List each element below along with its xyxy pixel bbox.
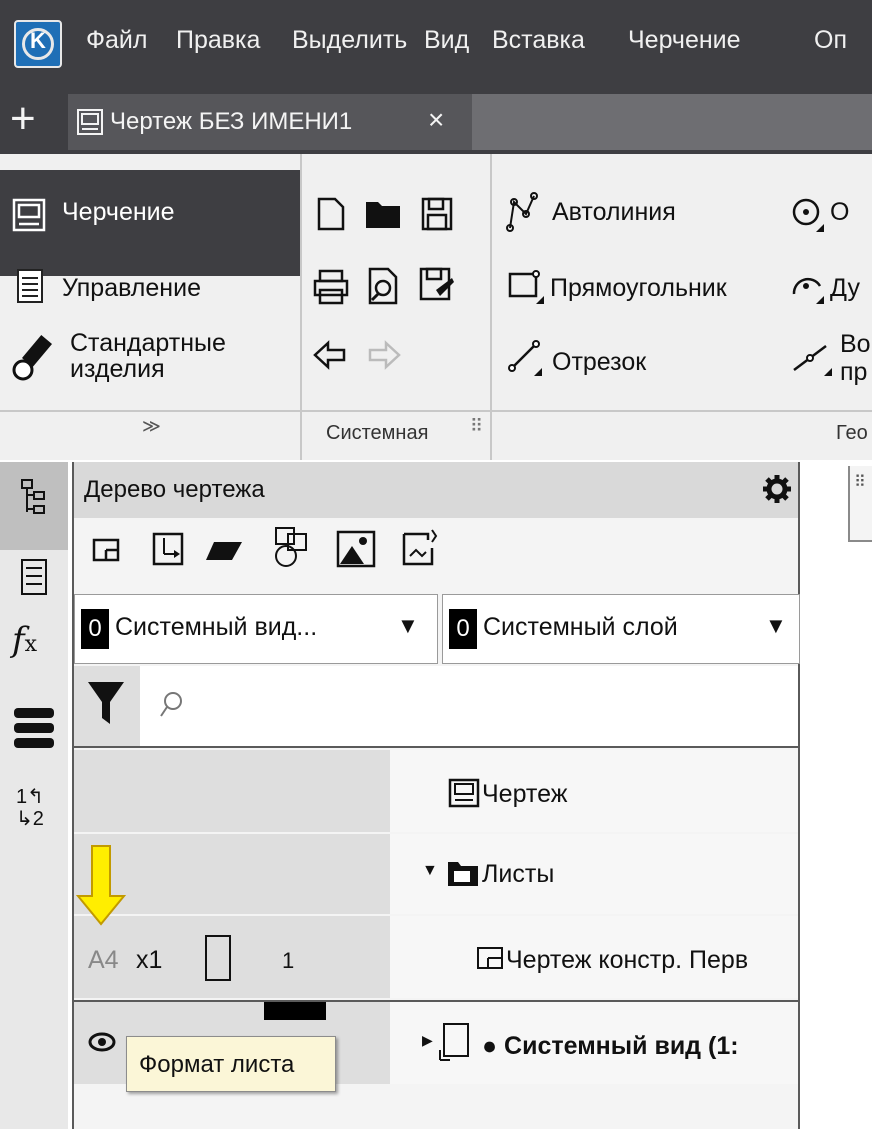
layer-number: 0	[449, 609, 477, 649]
menu-options[interactable]: Оп	[814, 26, 847, 55]
management-icon	[17, 269, 43, 303]
view-color-swatch[interactable]	[264, 1002, 326, 1020]
group-grip-icon[interactable]: ⠿	[470, 416, 483, 437]
document-tab[interactable]: Чертеж БЕЗ ИМЕНИ1 ×	[68, 94, 472, 150]
sheet-count[interactable]: 1	[282, 948, 294, 974]
print-icon[interactable]	[312, 268, 350, 306]
sheet-format[interactable]: А4	[88, 946, 119, 975]
sheet-orientation-icon[interactable]	[204, 934, 234, 984]
tooltip-text: Формат листа	[139, 1051, 295, 1078]
properties-panel-icon[interactable]	[20, 558, 48, 596]
menu-file[interactable]: Файл	[86, 26, 147, 55]
tree-node-drawing-label: Чертеж	[482, 780, 568, 808]
sheet-node-icon	[477, 947, 503, 969]
view-select-value: Системный вид...	[115, 613, 318, 641]
view-select[interactable]: 0 Системный вид... ▼	[74, 594, 438, 664]
new-tab-button[interactable]: +	[10, 94, 36, 144]
kompas-logo-icon[interactable]: K	[14, 20, 62, 68]
circle-icon	[792, 198, 824, 232]
geometry-group-label: Гео	[836, 422, 868, 444]
system-group-label: Системная	[326, 422, 429, 444]
new-file-icon[interactable]	[316, 196, 346, 232]
canvas-toolbar-stub[interactable]: ⠿	[848, 466, 872, 542]
tree-panel-icon[interactable]	[20, 478, 48, 518]
collapse-arrow-icon[interactable]: ▶	[422, 1032, 433, 1049]
chevron-down-icon: ▼	[765, 613, 787, 638]
tree-node-drawing[interactable]: Чертеж	[390, 750, 798, 832]
tree-node-sheets-label: Листы	[482, 860, 555, 888]
tree-node-system-view-label: ● Системный вид (1:	[482, 1032, 739, 1060]
document-tab-title: Чертеж БЕЗ ИМЕНИ1	[110, 108, 353, 135]
tooltip: Формат листа	[126, 1036, 336, 1092]
view-create-icon[interactable]	[92, 536, 122, 564]
insert-fragment-icon[interactable]	[402, 528, 440, 568]
tree-node-sheet[interactable]: Чертеж констр. Перв	[390, 916, 798, 998]
tab-bar-empty	[472, 94, 872, 150]
menu-view[interactable]: Вид	[424, 26, 469, 55]
drawing-tree-panel: Дерево чертежа 0 Системный вид... ▼ 0 Си…	[72, 462, 800, 1129]
arc-icon	[792, 277, 824, 304]
ribbon: Черчение Управление Стандартные изделия …	[0, 154, 872, 460]
ribbon-expand-icon[interactable]: ≫	[142, 416, 161, 437]
tree-search-row	[74, 666, 798, 748]
sequence-panel-icon[interactable]: 1↰ ↳2	[16, 786, 44, 830]
annotation-arrow-icon	[76, 845, 127, 926]
tree-node-sheets[interactable]: ▼ Листы	[390, 834, 798, 914]
tree-panel-title: Дерево чертежа	[84, 476, 265, 503]
segment-button[interactable]: Отрезок	[552, 348, 646, 377]
autoline-button[interactable]: Автолиния	[552, 198, 676, 227]
sheet-format-row: А4 x1 1	[74, 916, 390, 998]
close-tab-icon[interactable]: ×	[428, 104, 444, 136]
print-preview-icon[interactable]	[366, 266, 404, 306]
gear-icon[interactable]	[762, 474, 792, 504]
menu-insert[interactable]: Вставка	[492, 26, 585, 55]
standard-parts-icon	[12, 335, 53, 381]
rectangle-button[interactable]: Прямоугольник	[550, 274, 727, 303]
eye-icon[interactable]	[88, 1030, 116, 1054]
save-as-icon[interactable]	[418, 266, 456, 306]
auxiliary-line-icon	[793, 345, 832, 376]
menu-drawing[interactable]: Черчение	[628, 26, 741, 55]
side-panel-strip: fx 1↰ ↳2	[0, 462, 68, 1129]
menu-select[interactable]: Выделить	[292, 26, 407, 55]
drawing-node-icon	[448, 778, 480, 808]
layers-panel-icon[interactable]	[12, 706, 56, 752]
undo-icon[interactable]	[312, 340, 348, 370]
menu-bar: K Файл Правка Выделить Вид Вставка Черче…	[0, 0, 872, 90]
chevron-down-icon: ▼	[397, 613, 419, 638]
insert-view-icon[interactable]	[152, 532, 186, 568]
drawing-mode-icon	[12, 198, 46, 232]
layer-select-value: Системный слой	[483, 613, 678, 641]
ribbon-item-drawing[interactable]: Черчение	[62, 198, 175, 227]
parallelogram-icon[interactable]	[204, 540, 244, 562]
rectangle-icon	[508, 270, 544, 304]
open-folder-icon[interactable]	[364, 198, 404, 230]
autoline-icon	[506, 192, 538, 232]
ribbon-item-standard-parts[interactable]: Стандартные изделия	[70, 330, 226, 382]
drawing-doc-icon	[77, 109, 103, 135]
variables-fx-icon[interactable]: fx	[12, 620, 37, 660]
segment-icon	[508, 340, 542, 376]
view-node-icon	[439, 1023, 469, 1061]
search-icon[interactable]	[158, 690, 184, 720]
auxiliary-line-button[interactable]: Во пр	[840, 330, 871, 386]
tree-node-system-view[interactable]: ▶ ● Системный вид (1:	[390, 1002, 798, 1084]
image-icon[interactable]	[336, 530, 376, 568]
layer-select[interactable]: 0 Системный слой ▼	[442, 594, 800, 664]
save-icon[interactable]	[420, 196, 454, 232]
view-number: 0	[81, 609, 109, 649]
redo-icon[interactable]	[366, 340, 402, 370]
circle-button[interactable]: О	[830, 198, 849, 227]
document-tab-bar: + Чертеж БЕЗ ИМЕНИ1 ×	[0, 90, 872, 154]
layers-shapes-icon[interactable]	[270, 526, 312, 570]
sheet-scale[interactable]: x1	[136, 946, 162, 975]
sheets-folder-icon	[448, 862, 478, 886]
tree-node-sheet-label: Чертеж констр. Перв	[506, 946, 749, 974]
arc-button[interactable]: Ду	[830, 274, 860, 303]
menu-edit[interactable]: Правка	[176, 26, 260, 55]
filter-icon[interactable]	[86, 680, 126, 726]
expand-arrow-icon[interactable]: ▼	[422, 862, 438, 880]
ribbon-item-management[interactable]: Управление	[62, 274, 201, 303]
